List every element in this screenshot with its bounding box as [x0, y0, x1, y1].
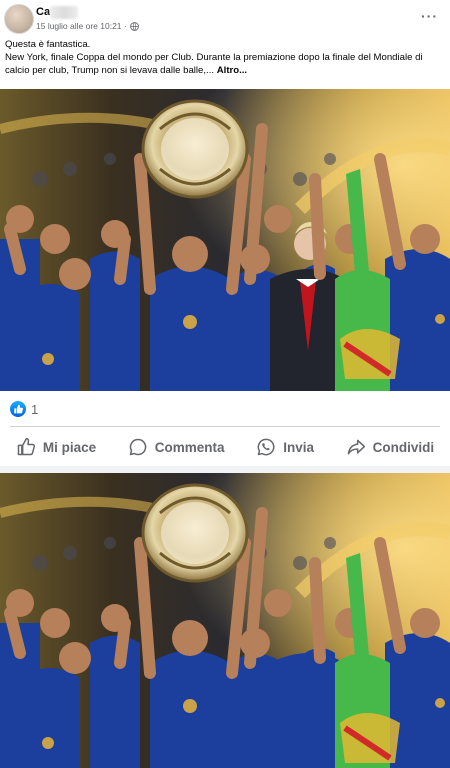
send-button[interactable]: Invia [250, 433, 320, 461]
reaction-count[interactable]: 1 [31, 402, 38, 417]
post-photo-duplicate[interactable] [0, 473, 450, 768]
author-name[interactable]: Ca [36, 6, 50, 18]
post-photo[interactable] [0, 89, 450, 391]
globe-icon [129, 21, 139, 31]
post-caption: Questa è fantastica. New York, finale Co… [5, 38, 445, 77]
post-actions-bar: Mi piace Commenta Invia Condividi [0, 430, 450, 464]
post-timestamp[interactable]: 15 luglio alle ore 10:21 · [36, 21, 127, 31]
share-button-label: Condividi [372, 439, 435, 455]
thumbs-up-icon [17, 437, 35, 456]
trophy-celebration-photo [0, 89, 450, 391]
reactions-summary[interactable]: 1 [10, 400, 38, 418]
post-meta: 15 luglio alle ore 10:21 · [36, 21, 139, 31]
like-button-label: Mi piace [42, 439, 97, 455]
more-options-button[interactable]: ··· [421, 8, 438, 24]
thumbs-up-icon [10, 401, 26, 417]
send-button-label: Invia [283, 439, 314, 455]
caption-line-2: New York, finale Coppa del mondo per Clu… [5, 52, 423, 76]
share-icon [347, 439, 365, 455]
author-name-redacted [50, 6, 78, 19]
post-header: Ca 15 luglio alle ore 10:21 · ··· [0, 0, 450, 36]
feed-separator [0, 466, 450, 473]
like-button[interactable]: Mi piace [10, 433, 102, 461]
divider [10, 426, 440, 427]
comment-button[interactable]: Commenta [122, 433, 231, 461]
whatsapp-icon [257, 438, 275, 456]
caption-line-1: Questa è fantastica. [5, 39, 91, 50]
comment-button-label: Commenta [154, 439, 225, 455]
see-more-link[interactable]: Altro... [217, 65, 247, 76]
trophy-celebration-photo [0, 473, 450, 768]
comment-icon [129, 438, 147, 456]
share-button[interactable]: Condividi [340, 433, 441, 461]
author-avatar[interactable] [4, 4, 34, 34]
